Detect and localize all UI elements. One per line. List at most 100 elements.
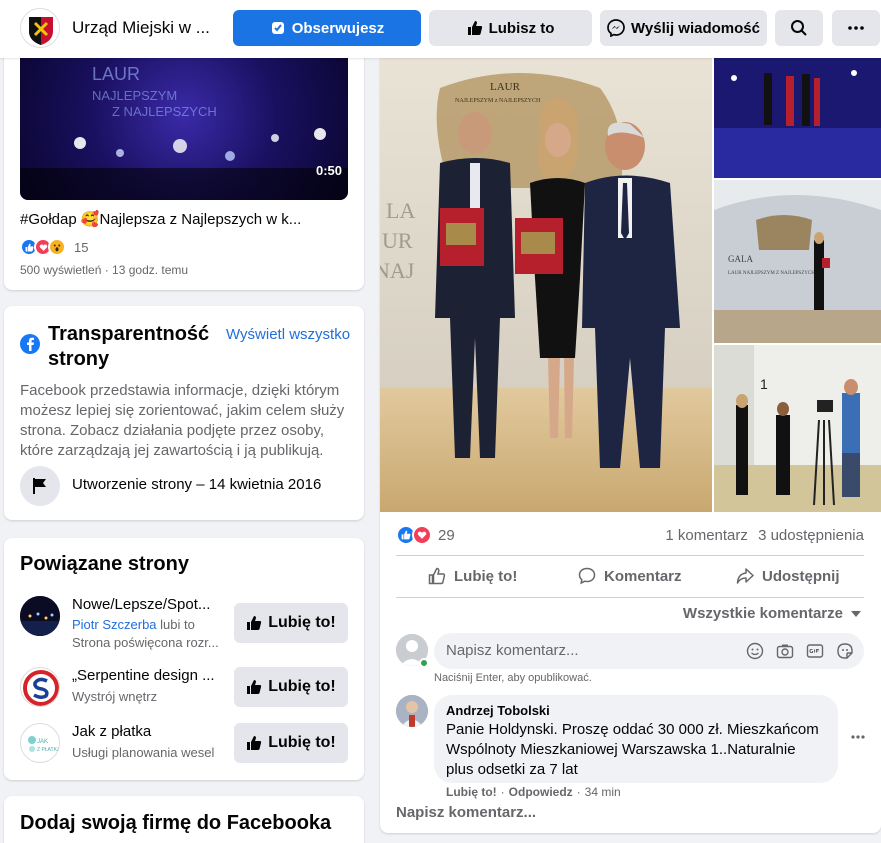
gala-wall-photo: GALA LAUR NAJLEPSZYM Z NAJLEPSZYCH xyxy=(714,180,881,343)
post-like-button[interactable]: Lubię to! xyxy=(428,558,517,594)
svg-text:Z NAJLEPSZYCH: Z NAJLEPSZYCH xyxy=(112,104,217,119)
svg-text:NAJ: NAJ xyxy=(380,258,415,283)
video-reactions[interactable]: 15 xyxy=(20,238,88,256)
comment-more-options[interactable] xyxy=(851,726,865,744)
transparency-description: Facebook przedstawia informacje, dzięki … xyxy=(20,382,345,459)
svg-text:Z PŁATKA: Z PŁATKA xyxy=(37,747,60,753)
related-page-name[interactable]: Jak z płatka xyxy=(72,723,222,740)
view-all-link[interactable]: Wyświetl wszystko xyxy=(226,326,350,343)
online-status-dot xyxy=(419,658,429,668)
video-caption[interactable]: #Gołdap 🥰Najlepsza z Najlepszych w k... xyxy=(20,210,350,228)
add-business-title[interactable]: Dodaj swoją firmę do Facebooka xyxy=(20,812,331,835)
friend-name-link[interactable]: Piotr Szczerba xyxy=(72,617,157,632)
post: LAUR NAJLEPSZYM z NAJLEPSZYCH LA UR NAJ xyxy=(380,58,881,833)
share-icon xyxy=(736,568,754,584)
page-created-date: Utworzenie strony – 14 kwietnia 2016 xyxy=(72,476,322,493)
post-photo-3[interactable]: GALA LAUR NAJLEPSZYM Z NAJLEPSZYCH xyxy=(714,180,881,343)
following-icon xyxy=(271,22,284,34)
svg-text:NAJLEPSZYM: NAJLEPSZYM xyxy=(92,88,177,103)
messenger-icon xyxy=(607,19,625,37)
comment-like-link[interactable]: Lubię to! xyxy=(446,785,497,799)
post-reaction-count[interactable]: 29 xyxy=(438,527,455,544)
share-count[interactable]: 3 udostępnienia xyxy=(758,527,864,544)
divider xyxy=(396,555,864,556)
commenter-avatar[interactable] xyxy=(396,695,428,727)
related-like-button[interactable]: Lubię to! xyxy=(234,603,348,643)
related-page-avatar[interactable]: JAK Z PŁATKA xyxy=(20,723,60,763)
comment-input-tools xyxy=(746,642,854,660)
page-header: Urząd Miejski w ... Obserwujesz Lubisz t… xyxy=(0,0,881,58)
svg-text:GALA: GALA xyxy=(728,254,753,264)
related-page-category: Strona poświęcona rozr... xyxy=(72,635,219,650)
enter-to-post-hint: Naciśnij Enter, aby opublikować. xyxy=(434,672,592,684)
related-page-item[interactable]: Nowe/Lepsze/Spot... Piotr Szczerba lubi … xyxy=(20,596,348,650)
flag-icon xyxy=(20,466,60,506)
love-reaction-icon[interactable] xyxy=(412,525,432,545)
transparency-card: Transparentność strony Wyświetl wszystko… xyxy=(4,306,364,520)
video-overlay-title: LAUR xyxy=(92,64,140,84)
search-icon xyxy=(791,20,807,36)
add-business-card: Dodaj swoją firmę do Facebooka xyxy=(4,796,364,843)
sticker-icon[interactable] xyxy=(836,642,854,660)
svg-text:LAUR NAJLEPSZYM Z NAJLEPSZYCH: LAUR NAJLEPSZYM Z NAJLEPSZYCH xyxy=(728,271,815,276)
related-like-button[interactable]: Lubię to! xyxy=(234,667,348,707)
related-page-item[interactable]: JAK Z PŁATKA Jak z płatka Usługi planowan… xyxy=(20,723,348,767)
post-comment-button[interactable]: Komentarz xyxy=(578,558,682,594)
video-thumbnail[interactable]: LAUR NAJLEPSZYM Z NAJLEPSZYCH 0:50 xyxy=(20,58,348,200)
svg-text:UR: UR xyxy=(382,228,413,253)
post-photo-2[interactable] xyxy=(714,58,881,178)
video-reaction-count: 15 xyxy=(74,239,89,255)
more-options-button[interactable] xyxy=(832,10,880,46)
follow-button[interactable]: Obserwujesz xyxy=(233,10,421,46)
more-icon xyxy=(851,735,865,739)
like-page-button[interactable]: Lubisz to xyxy=(429,10,592,46)
comment-icon xyxy=(578,567,596,585)
send-message-button[interactable]: Wyślij wiadomość xyxy=(600,10,767,46)
related-page-item[interactable]: „Serpentine design ... Wystrój wnętrz Lu… xyxy=(20,667,348,711)
related-page-name[interactable]: „Serpentine design ... xyxy=(72,667,222,684)
emoji-icon[interactable] xyxy=(746,642,764,660)
comment-time[interactable]: 34 min xyxy=(585,785,621,799)
laur-sign-sub: NAJLEPSZYM z NAJLEPSZYCH xyxy=(455,98,541,104)
comment-input-placeholder: Napisz komentarz... xyxy=(446,642,579,659)
comment-reply-link[interactable]: Odpowiedz xyxy=(509,785,573,799)
like-page-label: Lubisz to xyxy=(488,19,555,37)
gif-icon[interactable] xyxy=(806,642,824,660)
video-duration: 0:50 xyxy=(315,163,342,178)
post-photo-4[interactable]: 1 xyxy=(714,345,881,512)
thumbs-up-icon xyxy=(247,616,262,630)
comments-shares-summary: 1 komentarz 3 udostępnienia xyxy=(665,527,864,544)
laur-sign-text: LAUR xyxy=(490,81,521,93)
transparency-title: Transparentność xyxy=(48,323,210,345)
comment-actions: Lubię to! · Odpowiedz · 34 min xyxy=(446,785,621,799)
comment-text: Panie Holdynski. Proszę oddać 30 000 zł.… xyxy=(446,721,819,778)
post-share-button[interactable]: Udostępnij xyxy=(736,558,840,594)
thumbs-up-icon xyxy=(467,21,482,35)
related-like-button[interactable]: Lubię to! xyxy=(234,723,348,763)
video-stage-image: LAUR NAJLEPSZYM Z NAJLEPSZYCH xyxy=(20,64,348,200)
related-page-avatar[interactable] xyxy=(20,667,60,707)
interview-photo: 1 xyxy=(714,345,881,512)
related-page-avatar[interactable] xyxy=(20,596,60,636)
related-page-category: Wystrój wnętrz xyxy=(72,689,158,704)
related-page-friend-like: Piotr Szczerba lubi to xyxy=(72,617,195,632)
caret-down-icon xyxy=(851,610,861,617)
post-photo-main[interactable]: LAUR NAJLEPSZYM z NAJLEPSZYCH LA UR NAJ xyxy=(380,58,712,512)
write-comment-link[interactable]: Napisz komentarz... xyxy=(396,804,536,821)
svg-text:1: 1 xyxy=(760,376,768,392)
facebook-icon xyxy=(20,334,40,354)
svg-text:JAK: JAK xyxy=(37,739,48,745)
follow-label: Obserwujesz xyxy=(291,19,385,37)
page-name[interactable]: Urząd Miejski w ... xyxy=(72,18,210,38)
page-logo[interactable] xyxy=(20,8,60,48)
send-message-label: Wyślij wiadomość xyxy=(631,19,760,37)
related-page-name[interactable]: Nowe/Lepsze/Spot... xyxy=(72,596,222,613)
search-button[interactable] xyxy=(775,10,823,46)
comment-count[interactable]: 1 komentarz xyxy=(665,527,748,544)
camera-icon[interactable] xyxy=(776,642,794,660)
award-ceremony-photo: LAUR NAJLEPSZYM z NAJLEPSZYCH LA UR NAJ xyxy=(380,58,712,512)
comment-sort-dropdown[interactable]: Wszystkie komentarze xyxy=(683,605,861,622)
divider xyxy=(396,597,864,598)
comment-author[interactable]: Andrzej Tobolski xyxy=(446,703,826,718)
comment-input[interactable]: Napisz komentarz... xyxy=(434,633,864,669)
